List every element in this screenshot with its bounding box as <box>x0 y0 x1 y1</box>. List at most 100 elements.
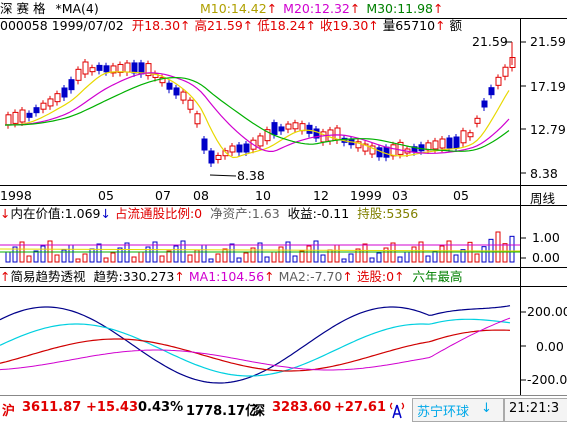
code-date: 000058 1999/07/02 <box>0 18 124 33</box>
candle-body <box>243 143 250 153</box>
candle-body <box>208 150 215 164</box>
candle-body <box>194 113 201 125</box>
ma2-value: MA2:-7.70 <box>278 269 343 284</box>
high-price: 高21.59 <box>194 18 243 33</box>
broadcast-icon[interactable] <box>388 400 406 420</box>
low-marker-line <box>209 174 237 177</box>
fund-bar <box>509 235 515 263</box>
fund-bar <box>96 243 102 263</box>
fund-bar <box>404 251 410 263</box>
fund-bar <box>278 246 284 263</box>
candle-body <box>306 124 313 134</box>
sz-label: 深 <box>252 404 266 419</box>
candle-body <box>446 137 453 149</box>
fund-bar <box>348 253 354 263</box>
x-tick-07: 07 <box>155 188 171 203</box>
candle-body <box>68 79 75 91</box>
x-tick-10: 10 <box>255 188 271 203</box>
fund-bar <box>117 247 123 263</box>
intrinsic-value: 内在价值:1.069 <box>10 206 101 221</box>
fund-bar <box>103 257 109 263</box>
sh-label: 沪 <box>2 404 16 419</box>
sz-index[interactable]: 3283.60 <box>272 400 331 415</box>
candle-body <box>33 107 40 114</box>
fund-bar <box>243 252 249 263</box>
fund-bar <box>397 256 403 263</box>
fund-bar <box>432 250 438 263</box>
fund-bar <box>264 256 270 263</box>
fund-bar <box>320 254 326 263</box>
sh-index[interactable]: 3611.87 <box>22 400 81 415</box>
ma20-legend: M20:12.32 <box>283 1 350 16</box>
net-asset: 净资产:1.63 <box>210 206 280 221</box>
candle-body <box>474 117 481 124</box>
candle-body <box>103 65 110 73</box>
fundamental-header: ↓内在价值:1.069↓ 占流通股比例:0 净资产:1.63 收益:-0.11 … <box>0 206 419 221</box>
candle-body <box>488 87 495 96</box>
candle-body <box>285 123 292 130</box>
low-marker: 8.38 <box>237 168 265 183</box>
trend-value: 趋势:330.273 <box>93 269 175 284</box>
candle-body <box>439 138 446 149</box>
candle-body <box>124 62 131 73</box>
period-label[interactable]: 周线 <box>530 188 555 207</box>
candle-body <box>229 145 236 153</box>
fund-bar <box>439 245 445 263</box>
candle-body <box>173 87 180 96</box>
fund-bar <box>110 252 116 263</box>
fund-bar <box>40 245 46 263</box>
candle-body <box>495 76 502 86</box>
candle-body <box>502 66 509 77</box>
candle-body <box>271 122 278 136</box>
candle-body <box>390 144 397 157</box>
candle-body <box>75 68 82 81</box>
fund-bar <box>89 248 95 263</box>
candle-body <box>26 112 33 118</box>
candle-body <box>236 144 243 153</box>
close-price: 收19.30 <box>320 18 369 33</box>
candle-body <box>278 126 285 132</box>
fund-bar <box>355 248 361 263</box>
fund-bar <box>362 243 368 263</box>
sh-change: +15.43 <box>86 400 139 415</box>
ticker-box[interactable]: 苏宁环球 ↓ <box>412 398 504 422</box>
fund-bar <box>425 255 431 263</box>
x-tick-05b: 05 <box>453 188 469 203</box>
candle-body <box>257 135 264 147</box>
candle-body <box>61 87 68 98</box>
y-tick-4: 8.38 <box>530 166 558 181</box>
eps: 收益:-0.11 <box>287 206 350 221</box>
candle-body <box>5 114 12 126</box>
x-tick-1998: 1998 <box>0 188 32 203</box>
candle-body <box>19 109 26 123</box>
fund-bar <box>271 251 277 263</box>
y-tick-2: 17.19 <box>530 79 566 94</box>
ma10-legend: M10:14.42 <box>200 1 267 16</box>
fund-bar <box>229 243 235 263</box>
x-tick-03: 03 <box>392 188 408 203</box>
sz-change: +27.61 <box>334 400 387 415</box>
candle-body <box>467 132 474 138</box>
x-tick-1999: 1999 <box>350 188 382 203</box>
fund-bar <box>173 245 179 263</box>
fund-bar <box>131 256 137 263</box>
fund-bar <box>201 244 207 263</box>
fund-bar <box>208 258 214 263</box>
fund-bar <box>369 257 375 263</box>
candle-body <box>82 61 89 75</box>
ma1-value: MA1:104.56 <box>188 269 265 284</box>
fund-bar <box>341 258 347 263</box>
fund-bar <box>82 253 88 263</box>
candle-body <box>432 140 439 150</box>
fund-bar <box>26 255 32 263</box>
trend-name: 简易趋势透视 <box>10 269 86 284</box>
fund-bar <box>292 255 298 263</box>
ma-legend: M10:14.42↑ M20:12.32↑ M30:11.98↑ <box>200 1 444 16</box>
candle-body <box>89 67 96 73</box>
x-tick-08: 08 <box>193 188 209 203</box>
trend-y-tick-2: 0.00 <box>536 339 564 354</box>
candle-body <box>47 98 54 107</box>
x-tick-05: 05 <box>98 188 114 203</box>
candle-body <box>460 130 467 144</box>
sh-pct: 0.43% <box>138 400 184 415</box>
